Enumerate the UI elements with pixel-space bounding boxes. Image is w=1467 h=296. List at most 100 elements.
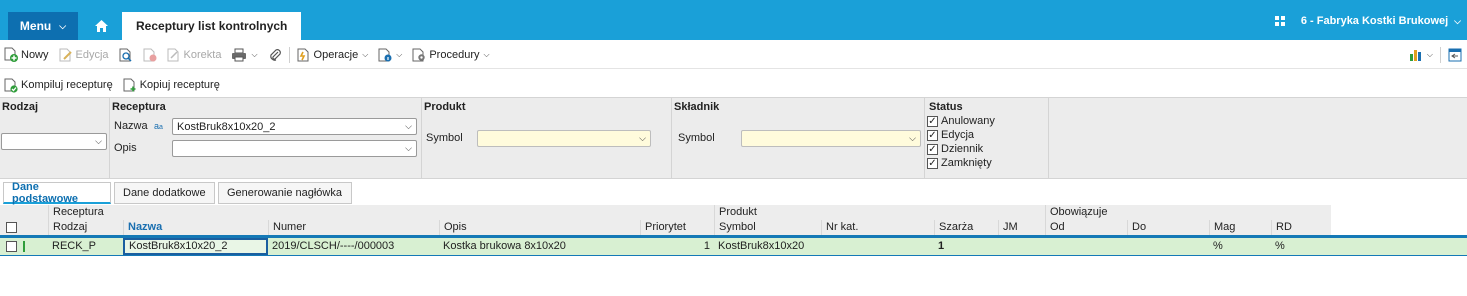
group-receptura: Receptura [48, 205, 714, 220]
checkbox-checked-icon: ✓ [927, 157, 938, 169]
case-sensitive-icon[interactable]: aa [154, 121, 163, 131]
chevron-down-icon: ⌵ [483, 49, 490, 59]
correct-label: Korekta [183, 48, 222, 61]
chevron-down-icon: ⌵ [639, 133, 646, 143]
chevron-down-icon: ⌵ [1454, 15, 1461, 26]
divider [288, 46, 290, 63]
cell-numer[interactable]: 2019/CLSCH/----/000003 [268, 238, 439, 255]
col-szarza[interactable]: Szarża [934, 220, 998, 235]
cell-symbol[interactable]: KostBruk8x10x20 [714, 238, 821, 255]
home-button[interactable] [88, 14, 114, 38]
paperclip-icon [269, 48, 281, 61]
status-anulowany-label: Anulowany [941, 115, 995, 127]
chevron-down-icon: ⌵ [1426, 49, 1433, 59]
col-mag[interactable]: Mag [1209, 220, 1271, 235]
chevron-down-icon: ⌵ [95, 136, 102, 146]
col-symbol[interactable]: Symbol [714, 220, 821, 235]
cell-od[interactable] [1045, 238, 1127, 255]
col-nr-kat[interactable]: Nr kat. [821, 220, 934, 235]
tab-generowanie-naglowka[interactable]: Generowanie nagłówka [218, 182, 352, 204]
skladnik-symbol-select[interactable]: ⌵ [741, 130, 921, 147]
filter-status-header: Status [929, 101, 963, 113]
cell-mag[interactable]: % [1209, 238, 1271, 255]
bar-chart-icon [1409, 49, 1421, 61]
copy-icon [123, 78, 136, 91]
divider [1440, 46, 1441, 63]
detail-tabs: Dane podstawowe Dane dodatkowe Generowan… [0, 181, 1467, 205]
filter-skladnik: Składnik Symbol ⌵ [672, 98, 925, 178]
operations-button[interactable]: Operacje ⌵ [292, 44, 374, 66]
main-toolbar: Nowy Edycja Korekta ⌵ Operacje ⌵ ⌵ Proce… [0, 41, 1467, 69]
filter-panel: Rodzaj ⌵ Receptura Nazwa aa KostBruk8x10… [0, 97, 1467, 179]
print-button[interactable]: ⌵ [226, 44, 262, 66]
cell-szarza[interactable]: 1 [934, 238, 998, 255]
company-name: 6 - Fabryka Kostki Brukowej [1300, 15, 1449, 27]
tab-dane-dodatkowe[interactable]: Dane dodatkowe [114, 182, 215, 204]
cell-rodzaj[interactable]: RECK_P [48, 238, 123, 255]
col-rd[interactable]: RD [1271, 220, 1331, 235]
cell-nr-kat[interactable] [821, 238, 934, 255]
filter-status: Status ✓ Anulowany ✓ Edycja ✓ Dziennik ✓… [925, 98, 1049, 178]
filter-rodzaj-header: Rodzaj [2, 101, 39, 113]
rodzaj-select[interactable]: ⌵ [1, 133, 107, 150]
correct-button[interactable]: Korekta [162, 44, 227, 66]
col-opis[interactable]: Opis [439, 220, 640, 235]
operations-label: Operacje [313, 48, 359, 61]
edit-button[interactable]: Edycja [54, 44, 114, 66]
correct-icon [167, 48, 179, 61]
tab-receptury[interactable]: Receptury list kontrolnych [122, 12, 302, 40]
panel-icon [1448, 48, 1462, 61]
cell-nazwa[interactable]: KostBruk8x10x20_2 [123, 238, 268, 255]
name-value: KostBruk8x10x20_2 [177, 120, 276, 133]
row-checkbox[interactable] [0, 238, 48, 255]
cell-priorytet[interactable]: 1 [640, 238, 714, 255]
produkt-symbol-select[interactable]: ⌵ [477, 130, 651, 147]
compile-icon [4, 78, 18, 93]
table-row[interactable]: RECK_P KostBruk8x10x20_2 2019/CLSCH/----… [0, 238, 1467, 256]
preview-button[interactable] [114, 44, 138, 66]
col-numer[interactable]: Numer [268, 220, 439, 235]
grid-icon [1274, 16, 1285, 26]
menu-button[interactable]: Menu ⌵ [8, 12, 78, 40]
col-od[interactable]: Od [1045, 220, 1127, 235]
select-all-cell[interactable] [0, 220, 48, 235]
company-selector[interactable]: 6 - Fabryka Kostki Brukowej ⌵ [1274, 12, 1461, 30]
status-edycja-label: Edycja [941, 129, 975, 141]
attachment-button[interactable] [263, 44, 287, 66]
chart-button[interactable]: ⌵ [1404, 44, 1438, 66]
col-do[interactable]: Do [1127, 220, 1209, 235]
compile-recipe-button[interactable]: Kompiluj recepturę [0, 74, 118, 96]
filter-receptura: Receptura Nazwa aa KostBruk8x10x20_2 ⌵ O… [110, 98, 422, 178]
menu-label: Menu [19, 19, 52, 33]
cell-jm[interactable] [998, 238, 1045, 255]
col-rodzaj[interactable]: Rodzaj [48, 220, 123, 235]
col-jm[interactable]: JM [998, 220, 1045, 235]
col-nazwa[interactable]: Nazwa [123, 220, 268, 235]
desc-combobox[interactable]: ⌵ [172, 140, 417, 157]
procedures-button[interactable]: Procedury ⌵ [407, 44, 494, 66]
info-button[interactable]: ⌵ [373, 44, 407, 66]
preview-icon [119, 48, 132, 62]
cell-opis[interactable]: Kostka brukowa 8x10x20 [439, 238, 640, 255]
status-dziennik-checkbox[interactable]: ✓ Dziennik [927, 142, 995, 156]
copy-label: Kopiuj recepturę [139, 79, 220, 91]
produkt-symbol-label: Symbol [426, 132, 463, 144]
chevron-down-icon: ⌵ [909, 133, 916, 143]
desc-label: Opis [114, 142, 137, 154]
status-zamkniety-checkbox[interactable]: ✓ Zamknięty [927, 156, 995, 170]
filter-receptura-header: Receptura [112, 101, 166, 113]
status-edycja-checkbox[interactable]: ✓ Edycja [927, 128, 995, 142]
group-obowiazuje: Obowiązuje [1045, 205, 1331, 220]
name-combobox[interactable]: KostBruk8x10x20_2 ⌵ [172, 118, 417, 135]
delete-button[interactable] [138, 44, 162, 66]
cell-do[interactable] [1127, 238, 1209, 255]
tab-dane-podstawowe[interactable]: Dane podstawowe [3, 181, 111, 205]
skladnik-symbol-label: Symbol [678, 132, 715, 144]
cell-rd[interactable]: % [1271, 238, 1331, 255]
panel-toggle-button[interactable] [1443, 44, 1467, 66]
col-priorytet[interactable]: Priorytet [640, 220, 714, 235]
new-button[interactable]: Nowy [0, 44, 54, 66]
chevron-down-icon: ⌵ [405, 121, 412, 131]
copy-recipe-button[interactable]: Kopiuj recepturę [118, 74, 225, 96]
status-anulowany-checkbox[interactable]: ✓ Anulowany [927, 114, 995, 128]
